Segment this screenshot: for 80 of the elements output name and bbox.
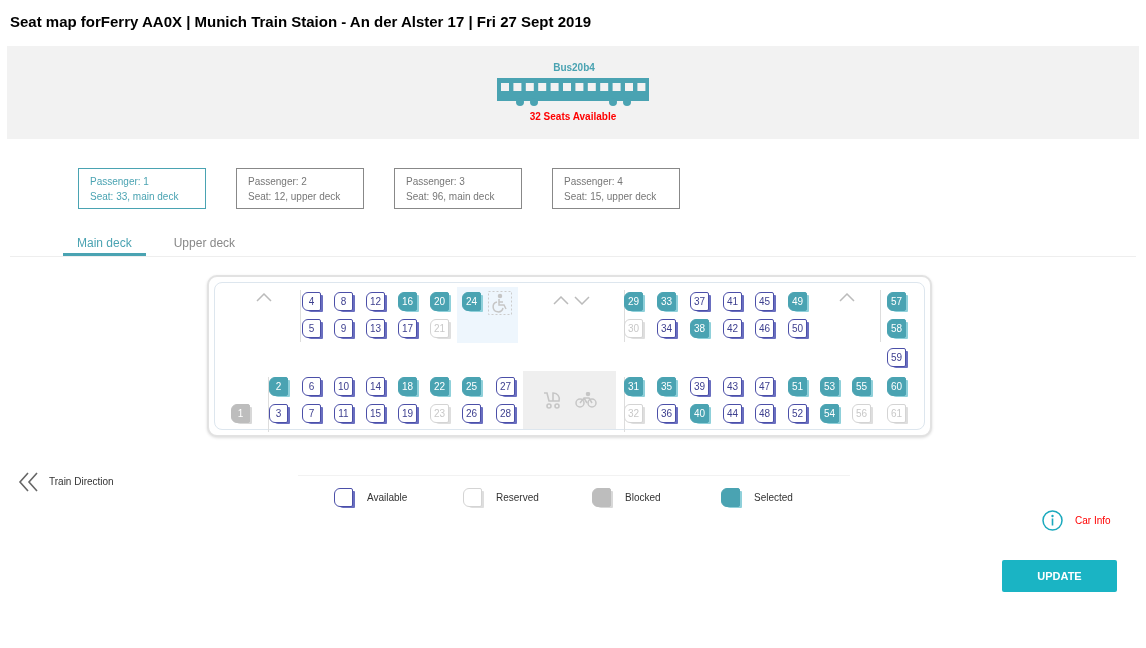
seat[interactable]: 34 (657, 319, 676, 338)
seat[interactable]: 10 (334, 377, 353, 396)
legend-label: Available (367, 491, 408, 505)
legend-label: Reserved (496, 491, 539, 505)
seat[interactable]: 11 (334, 404, 353, 423)
seat[interactable]: 12 (366, 292, 385, 311)
seat[interactable]: 58 (887, 319, 906, 338)
seat[interactable]: 38 (690, 319, 709, 338)
seat[interactable]: 43 (723, 377, 742, 396)
seat[interactable]: 49 (788, 292, 807, 311)
passenger-card[interactable]: Passenger: 1 Seat: 33, main deck (78, 168, 206, 209)
seat[interactable]: 29 (624, 292, 643, 311)
train-car-icon (497, 78, 649, 108)
seat[interactable]: 8 (334, 292, 353, 311)
seat[interactable]: 48 (755, 404, 774, 423)
passenger-card[interactable]: Passenger: 3 Seat: 96, main deck (394, 168, 522, 209)
seat[interactable]: 5 (302, 319, 321, 338)
page-title: Seat map forFerry AA0X | Munich Train Staion - An der Alster 17 | Fri 27 Sept 2019 (9, 12, 593, 32)
update-button[interactable]: UPDATE (1002, 560, 1117, 592)
deck-tab[interactable]: Upper deck (159, 234, 250, 256)
seat[interactable]: 9 (334, 319, 353, 338)
passenger-card[interactable]: Passenger: 2 Seat: 12, upper deck (236, 168, 364, 209)
train-direction-label: Train Direction (49, 475, 114, 489)
seat[interactable]: 42 (723, 319, 742, 338)
seat[interactable]: 27 (496, 377, 515, 396)
chevron-down-icon (574, 296, 590, 305)
seat[interactable]: 17 (398, 319, 417, 338)
seat[interactable]: 46 (755, 319, 774, 338)
seat[interactable]: 6 (302, 377, 321, 396)
legend-label: Blocked (625, 491, 661, 505)
seat[interactable]: 2 (269, 377, 288, 396)
seat[interactable]: 19 (398, 404, 417, 423)
seat[interactable]: 47 (755, 377, 774, 396)
seat[interactable]: 53 (820, 377, 839, 396)
seat[interactable]: 37 (690, 292, 709, 311)
seat[interactable]: 45 (755, 292, 774, 311)
seat[interactable]: 50 (788, 319, 807, 338)
seat[interactable]: 14 (366, 377, 385, 396)
seat[interactable]: 28 (496, 404, 515, 423)
seat[interactable]: 24 (462, 292, 481, 311)
seat[interactable]: 59 (887, 348, 906, 367)
chevron-up-icon (553, 296, 569, 305)
chevron-up-icon (256, 293, 272, 302)
seat[interactable]: 13 (366, 319, 385, 338)
seat[interactable]: 55 (852, 377, 871, 396)
deck-tab[interactable]: Main deck (63, 234, 146, 256)
seat[interactable]: 60 (887, 377, 906, 396)
seat[interactable]: 36 (657, 404, 676, 423)
seat[interactable]: 18 (398, 377, 417, 396)
seat[interactable]: 35 (657, 377, 676, 396)
seat[interactable]: 7 (302, 404, 321, 423)
seat[interactable]: 54 (820, 404, 839, 423)
seats-available-count: 32 Seats Available (529, 110, 617, 124)
seat[interactable]: 26 (462, 404, 481, 423)
seat[interactable]: 44 (723, 404, 742, 423)
seat[interactable]: 20 (430, 292, 449, 311)
seat[interactable]: 33 (657, 292, 676, 311)
seat[interactable]: 51 (788, 377, 807, 396)
seat[interactable]: 39 (690, 377, 709, 396)
bicycle-icon (575, 392, 597, 408)
seat[interactable]: 25 (462, 377, 481, 396)
seat[interactable]: 41 (723, 292, 742, 311)
seat[interactable]: 31 (624, 377, 643, 396)
stroller-icon (542, 391, 562, 409)
seat[interactable]: 57 (887, 292, 906, 311)
seat[interactable]: 52 (788, 404, 807, 423)
chevron-up-icon (839, 293, 855, 302)
passenger-card[interactable]: Passenger: 4 Seat: 15, upper deck (552, 168, 680, 209)
info-icon[interactable] (1042, 510, 1063, 531)
wheelchair-icon (488, 291, 512, 315)
legend-label: Selected (754, 491, 793, 505)
double-chevron-left-icon (18, 472, 39, 492)
seat[interactable]: 22 (430, 377, 449, 396)
seat[interactable]: 4 (302, 292, 321, 311)
car-info-link[interactable]: Car Info (1075, 513, 1111, 528)
seat[interactable]: 15 (366, 404, 385, 423)
vehicle-name: Bus20b4 (553, 61, 595, 75)
seat[interactable]: 40 (690, 404, 709, 423)
seat[interactable]: 3 (269, 404, 288, 423)
seat[interactable]: 16 (398, 292, 417, 311)
